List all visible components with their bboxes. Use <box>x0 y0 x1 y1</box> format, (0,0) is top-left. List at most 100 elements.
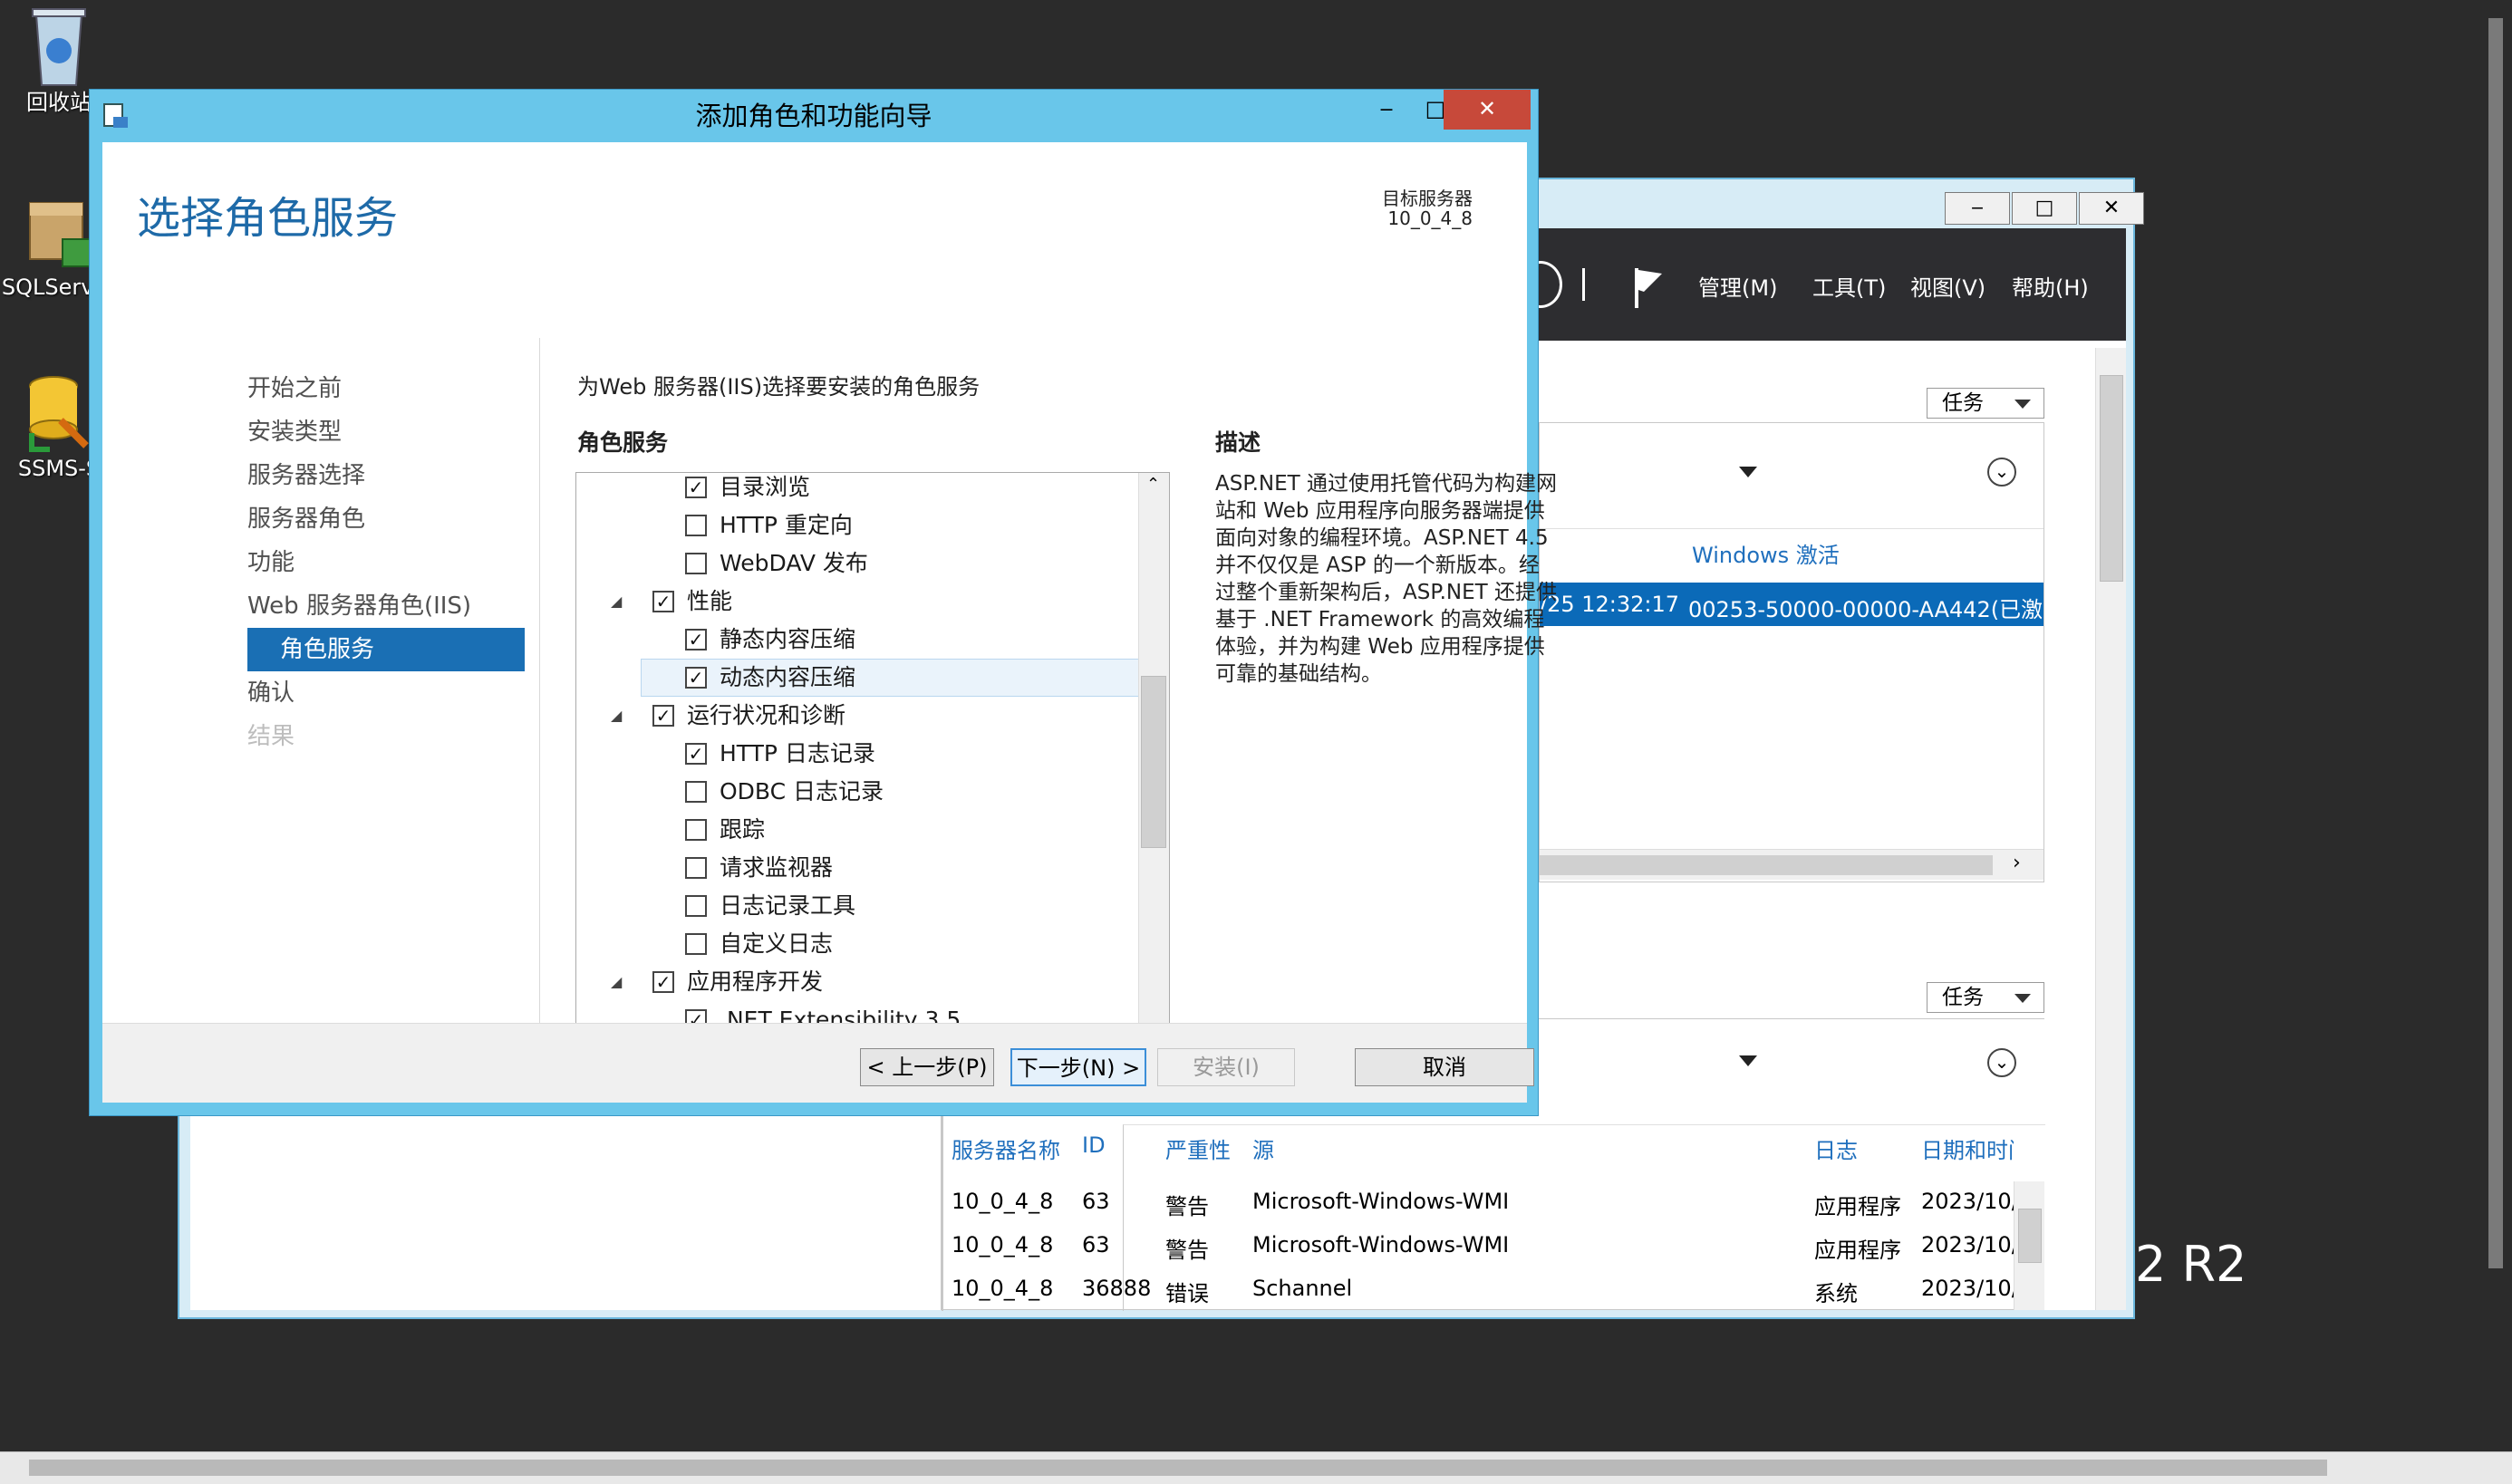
tree-item[interactable]: ◢ ✓ 运行状况和诊断 <box>576 698 1138 734</box>
tree-item[interactable]: ✓ 动态内容压缩 <box>641 659 1139 697</box>
checkbox[interactable] <box>685 819 707 841</box>
menu-manage[interactable]: 管理(M) <box>1698 270 1777 302</box>
desktop-v-scrollbar-thumb[interactable] <box>2488 18 2503 1268</box>
tree-v-scrollbar[interactable]: ⌃ ⌄ <box>1138 473 1169 1080</box>
expand-triangle-icon[interactable]: ◢ <box>611 964 622 1000</box>
nav-item[interactable]: 功能 <box>247 541 295 584</box>
expand-triangle-icon[interactable]: ◢ <box>611 583 622 620</box>
tree-scrollbar-thumb[interactable] <box>1141 676 1166 848</box>
tree-item-label: 日志记录工具 <box>720 892 856 919</box>
menu-view[interactable]: 视图(V) <box>1910 270 1985 302</box>
scroll-right-arrow[interactable]: › <box>2013 852 2021 874</box>
tree-item-label: 运行状况和诊断 <box>687 702 846 728</box>
description-line: 面向对象的编程环境。ASP.NET 4.5 <box>1215 526 1549 550</box>
desktop-h-scrollbar-thumb[interactable] <box>29 1460 2327 1476</box>
tree-item[interactable]: HTTP 重定向 <box>576 507 1138 544</box>
tree-item[interactable]: 请求监视器 <box>576 850 1138 886</box>
event-row-3-source: Schannel <box>1252 1276 1353 1301</box>
col-header-id[interactable]: ID <box>1082 1132 1106 1158</box>
menu-help[interactable]: 帮助(H) <box>2012 270 2089 302</box>
checkbox[interactable]: ✓ <box>685 477 707 498</box>
close-button[interactable]: ✕ <box>2079 192 2144 225</box>
nav-item[interactable]: 服务器角色 <box>247 497 365 541</box>
events-scrollbar-thumb[interactable] <box>2018 1209 2042 1263</box>
page-scrollbar[interactable] <box>2095 348 2126 1310</box>
install-button[interactable]: 安装(I) <box>1157 1048 1295 1086</box>
nav-item[interactable]: 安装类型 <box>247 410 342 454</box>
events-collapse-icon[interactable]: ⌄ <box>1987 1048 2016 1077</box>
nav-item[interactable]: 服务器选择 <box>247 454 365 497</box>
tile-grid-area <box>1540 528 2043 880</box>
tree-item[interactable]: ODBC 日志记录 <box>576 774 1138 810</box>
menu-tools[interactable]: 工具(T) <box>1812 270 1886 302</box>
checkbox[interactable]: ✓ <box>652 705 674 727</box>
event-row-2-server[interactable]: 10_0_4_8 <box>952 1232 1053 1258</box>
checkbox[interactable] <box>685 895 707 917</box>
tree-item[interactable]: ◢ ✓ 应用程序开发 <box>576 964 1138 1000</box>
instruction-text: 为Web 服务器(IIS)选择要安装的角色服务 <box>577 374 981 400</box>
checkbox[interactable] <box>685 553 707 574</box>
wizard-close-button[interactable]: ✕ <box>1444 90 1531 130</box>
nav-item[interactable]: 确认 <box>247 671 295 715</box>
desktop-v-scrollbar[interactable] <box>2479 0 2512 1451</box>
nav-item[interactable]: Web 服务器角色(IIS) <box>247 584 471 628</box>
tree-item[interactable]: 日志记录工具 <box>576 888 1138 924</box>
col-header-server[interactable]: 服务器名称 <box>952 1132 1060 1164</box>
tree-item[interactable]: WebDAV 发布 <box>576 545 1138 582</box>
tree-item[interactable]: ✓ 静态内容压缩 <box>576 622 1138 658</box>
event-row-2-source: Microsoft-Windows-WMI <box>1252 1232 1510 1258</box>
checkbox[interactable]: ✓ <box>685 629 707 650</box>
checkbox[interactable] <box>685 857 707 879</box>
expand-triangle-icon[interactable]: ◢ <box>611 698 622 734</box>
description-line: 基于 .NET Framework 的高效编程 <box>1215 608 1545 631</box>
tile-h-scrollbar[interactable]: › <box>1540 849 2043 880</box>
tasks-dropdown-top[interactable]: 任务 <box>1927 388 2044 419</box>
previous-button[interactable]: < 上一步(P) <box>860 1048 994 1086</box>
checkbox[interactable] <box>685 933 707 955</box>
event-row-1-server[interactable]: 10_0_4_8 <box>952 1189 1053 1214</box>
col-header-severity[interactable]: 严重性 <box>1165 1132 1231 1164</box>
description-line: 站和 Web 应用程序向服务器端提供 <box>1215 499 1545 523</box>
scroll-up-arrow[interactable]: ⌃ <box>1146 475 1160 494</box>
tree-item[interactable]: 自定义日志 <box>576 926 1138 962</box>
nav-item[interactable]: 开始之前 <box>247 367 342 410</box>
event-row-2-date: 2023/10/ <box>1921 1232 2014 1258</box>
event-row-1-log: 应用程序 <box>1814 1194 1901 1219</box>
events-v-scrollbar[interactable] <box>2014 1181 2044 1310</box>
col-header-log[interactable]: 日志 <box>1814 1132 1858 1164</box>
tile-expand-arrow[interactable] <box>1739 467 1757 477</box>
next-button[interactable]: 下一步(N) > <box>1010 1048 1146 1086</box>
tree-item[interactable]: ✓ 目录浏览 <box>576 473 1138 506</box>
event-row-3-date: 2023/10/ <box>1921 1276 2014 1301</box>
nav-item[interactable]: 角色服务 <box>247 628 525 671</box>
notifications-flag-icon[interactable] <box>1631 265 1667 310</box>
recycle-bin-icon <box>32 8 86 86</box>
col-header-datetime[interactable]: 日期和时间 <box>1921 1132 2014 1164</box>
minimize-button[interactable]: ‒ <box>1945 192 2010 225</box>
desktop-h-scrollbar[interactable] <box>0 1451 2512 1484</box>
description-text: ASP.NET 通过使用托管代码为构建网 站和 Web 应用程序向服务器端提供 … <box>1215 470 1557 688</box>
wizard-title: 添加角色和功能向导 <box>695 101 932 131</box>
windows-activation-header[interactable]: Windows 激活 <box>1692 537 1840 569</box>
tree-item[interactable]: ◢ ✓ 性能 <box>576 583 1138 620</box>
tile-collapse-icon[interactable]: ⌄ <box>1987 458 2016 487</box>
col-header-source[interactable]: 源 <box>1252 1132 1274 1164</box>
checkbox[interactable]: ✓ <box>685 743 707 765</box>
tree-item-label: WebDAV 发布 <box>720 550 868 576</box>
cancel-button[interactable]: 取消 <box>1355 1048 1534 1086</box>
maximize-button[interactable]: □ <box>2012 192 2077 225</box>
page-scrollbar-thumb[interactable] <box>2100 375 2123 582</box>
checkbox[interactable] <box>685 781 707 803</box>
description-line: 并不仅仅是 ASP 的一个新版本。经 <box>1215 554 1540 577</box>
tasks-dropdown-events[interactable]: 任务 <box>1927 982 2044 1013</box>
checkbox[interactable] <box>685 515 707 536</box>
checkbox[interactable]: ✓ <box>652 971 674 993</box>
checkbox[interactable]: ✓ <box>685 667 707 689</box>
checkbox[interactable]: ✓ <box>652 591 674 612</box>
event-row-3-server[interactable]: 10_0_4_8 <box>952 1276 1053 1301</box>
role-services-tree[interactable]: ✓ 目录浏览 HTTP 重定向 WebDAV 发布 ◢ ✓ 性能 ✓ 静态内容压缩 ✓ 动态内容压缩… <box>575 472 1170 1081</box>
tree-item[interactable]: ✓ HTTP 日志记录 <box>576 736 1138 772</box>
tree-item-label: ODBC 日志记录 <box>720 778 884 805</box>
events-expand-arrow[interactable] <box>1739 1055 1757 1066</box>
tree-item[interactable]: 跟踪 <box>576 812 1138 848</box>
